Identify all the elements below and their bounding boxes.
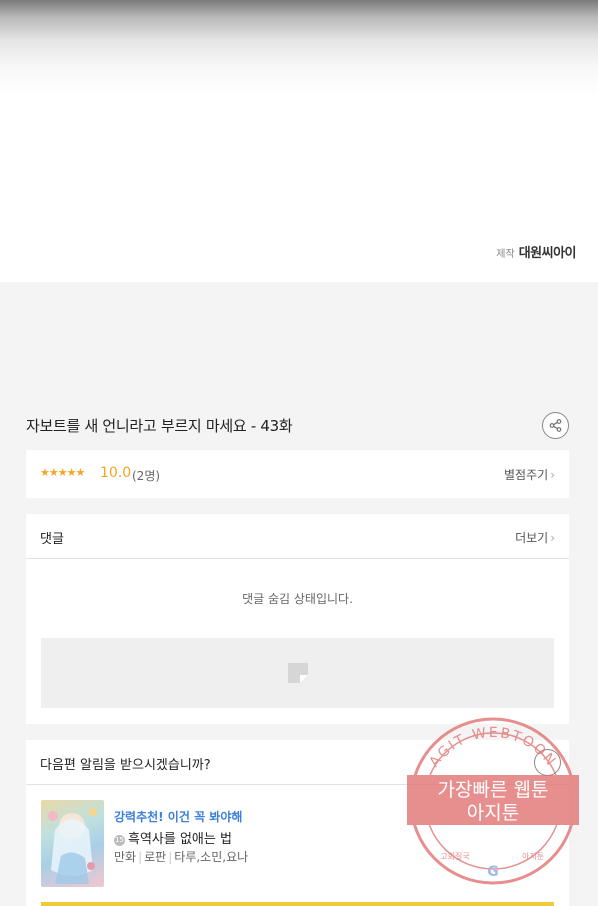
recommendation-title[interactable]: 15 흑역사를 없애는 법 — [114, 828, 232, 847]
recommendation-cover-art — [48, 808, 97, 884]
rating-score: 10.0 — [100, 465, 132, 481]
genre-category: 만화 — [114, 850, 137, 864]
comment-section: 댓글 더보기 › 댓글 숨김 상태입니다. — [26, 514, 569, 724]
separator: | — [138, 850, 143, 864]
comment-title: 댓글 — [40, 532, 64, 547]
comment-input-area[interactable] — [41, 638, 554, 708]
recommendation-thumbnail[interactable] — [41, 800, 104, 887]
more-comments-button[interactable]: 더보기 › — [515, 529, 555, 546]
rate-button-label: 별점주기 — [504, 468, 549, 482]
rating-count: (2명) — [132, 469, 161, 483]
notify-subscribe-button[interactable] — [41, 902, 554, 906]
comment-header: 댓글 더보기 › — [26, 514, 569, 559]
genre-tag: 로판 — [144, 850, 167, 864]
notification-toggle-button[interactable] — [534, 749, 561, 776]
rating-stars: ★★★★★ — [40, 466, 85, 479]
notification-question: 다음편 알림을 받으시겠습니까? — [40, 758, 211, 773]
producer-name: 대원씨아이 — [518, 246, 577, 261]
share-icon — [549, 419, 562, 432]
separator: | — [168, 850, 173, 864]
notification-section: 다음편 알림을 받으시겠습니까? 강력추천! 이건 꼭 봐야해 15 흑역사를 없… — [26, 740, 569, 906]
rate-button[interactable]: 별점주기 › — [504, 466, 555, 483]
comments-hidden-message: 댓글 숨김 상태입니다. — [242, 592, 353, 606]
rating-card: ★★★★★ 10.0 (2명) 별점주기 › — [26, 450, 569, 498]
chevron-right-icon: › — [550, 468, 555, 482]
notification-header: 다음편 알림을 받으시겠습니까? — [26, 740, 569, 785]
comic-image-end — [0, 0, 598, 282]
chevron-right-icon: › — [550, 531, 555, 545]
share-button[interactable] — [542, 412, 569, 439]
more-comments-label: 더보기 — [515, 531, 549, 545]
comment-icon — [287, 663, 308, 683]
episode-title: 자보트를 새 언니라고 부르지 마세요 - 43화 — [26, 417, 293, 435]
age-rating-badge: 15 — [114, 835, 125, 846]
recommendation-title-text: 흑역사를 없애는 법 — [128, 832, 232, 847]
producer-label: 제작 — [496, 249, 515, 260]
recommendation-label: 강력추천! 이건 꼭 봐야해 — [114, 810, 243, 824]
producer-credit: 제작 대원씨아이 — [496, 242, 576, 261]
recommendation-meta: 만화 | 로판 | 타루,소민,요나 — [114, 848, 248, 865]
authors: 타루,소민,요나 — [174, 850, 249, 864]
